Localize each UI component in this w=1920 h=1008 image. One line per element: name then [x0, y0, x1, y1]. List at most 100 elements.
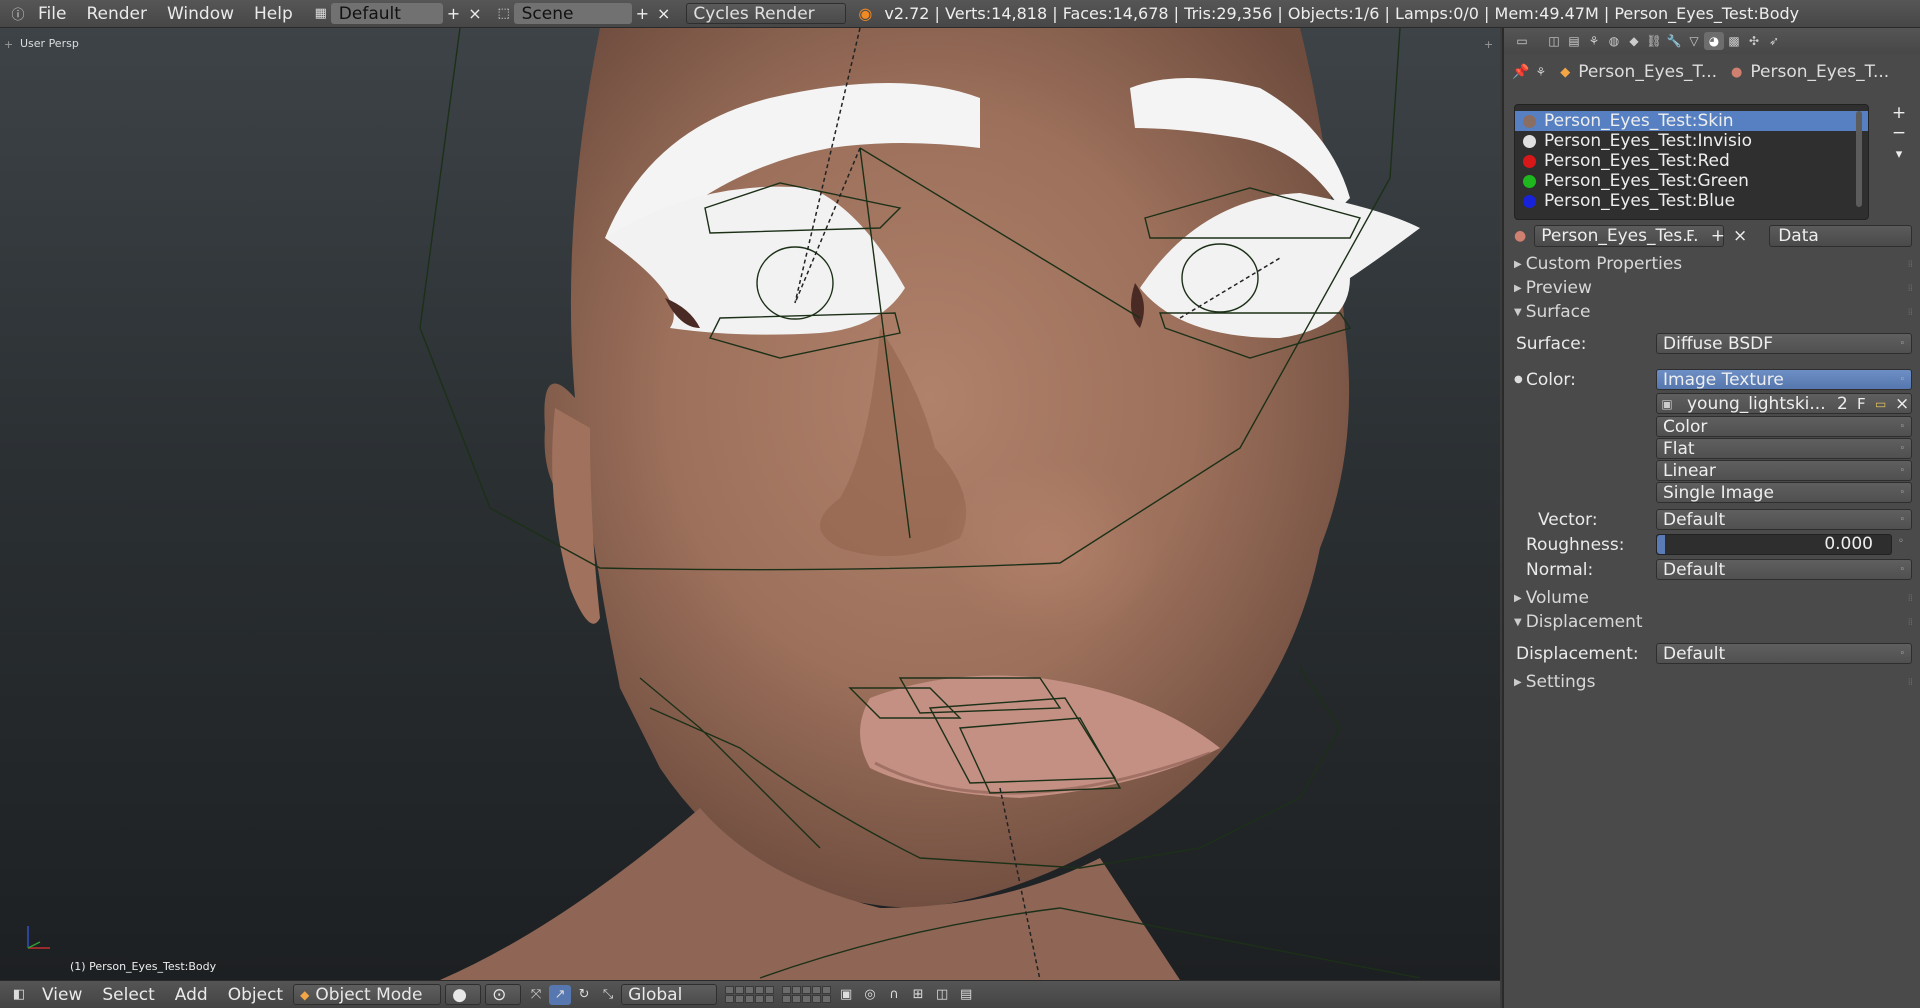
- render-animation-icon[interactable]: ▤: [955, 985, 977, 1005]
- normal-input-dropdown[interactable]: Default ◦: [1656, 559, 1912, 580]
- pin-icon[interactable]: 📌: [1512, 64, 1529, 80]
- drag-grip-icon[interactable]: ⁞⁞: [1908, 259, 1913, 270]
- drag-grip-icon[interactable]: ⁞⁞: [1908, 677, 1913, 688]
- menu-file[interactable]: File: [28, 4, 76, 24]
- section-settings[interactable]: ▶ Settings ⁞⁞: [1514, 672, 1913, 692]
- scene-tab-icon[interactable]: ⚘: [1584, 32, 1604, 50]
- layer-buttons[interactable]: [725, 986, 775, 1003]
- remove-screen-button[interactable]: ×: [464, 4, 485, 23]
- render-tab-icon[interactable]: ◫: [1544, 32, 1564, 50]
- context-material-label[interactable]: Person_Eyes_T...: [1750, 62, 1889, 82]
- render-engine-dropdown[interactable]: Cycles Render: [686, 3, 847, 24]
- context-object-label[interactable]: Person_Eyes_T...: [1578, 62, 1717, 82]
- transform-manipulator-icon[interactable]: ⤧: [525, 985, 547, 1005]
- drag-grip-icon[interactable]: ⁞⁞: [1908, 307, 1913, 318]
- material-slot-red[interactable]: Person_Eyes_Test:Red: [1515, 151, 1868, 171]
- interpolation-dropdown[interactable]: Linear ◦: [1656, 460, 1912, 481]
- snap-element-icon[interactable]: ⊞: [907, 985, 929, 1005]
- area-split-corner-top-left[interactable]: +: [4, 38, 14, 51]
- render-still-icon[interactable]: ◫: [931, 985, 953, 1005]
- remove-scene-button[interactable]: ×: [653, 4, 674, 23]
- color-input-dropdown[interactable]: Image Texture ◦: [1656, 369, 1912, 390]
- scene-icon[interactable]: ⬚: [494, 5, 514, 23]
- material-slot-invisio[interactable]: Person_Eyes_Test:Invisio: [1515, 131, 1868, 151]
- link-data-dropdown[interactable]: Data: [1769, 225, 1912, 247]
- pivot-point-dropdown[interactable]: ⊙: [485, 984, 522, 1005]
- transform-orientation-dropdown[interactable]: Global: [621, 984, 718, 1005]
- dropdown-arrow-icon: ◦: [1899, 421, 1905, 432]
- image-datablock-field[interactable]: ▣ young_lightski... 2 F ▭ ×: [1656, 393, 1912, 414]
- displacement-input-dropdown[interactable]: Default ◦: [1656, 643, 1912, 664]
- drag-grip-icon[interactable]: ⁞⁞: [1908, 283, 1913, 294]
- color-space-dropdown[interactable]: Color ◦: [1656, 416, 1912, 437]
- fake-user-button[interactable]: F: [1686, 227, 1695, 245]
- 3d-viewport[interactable]: User Persp (1) Person_Eyes_Test:Body + +: [0, 28, 1500, 980]
- menu-window[interactable]: Window: [157, 4, 244, 24]
- menu-view[interactable]: View: [32, 985, 92, 1005]
- section-preview[interactable]: ▶ Preview ⁞⁞: [1514, 278, 1913, 298]
- open-image-folder-icon[interactable]: ▭: [1875, 397, 1886, 411]
- render-layers-tab-icon[interactable]: ▤: [1564, 32, 1584, 50]
- new-material-button[interactable]: +: [1711, 226, 1725, 246]
- image-fake-user-button[interactable]: F: [1857, 395, 1866, 413]
- menu-render[interactable]: Render: [76, 4, 157, 24]
- drag-grip-icon[interactable]: ⁞⁞: [1908, 593, 1913, 604]
- unlink-image-button[interactable]: ×: [1895, 394, 1909, 414]
- material-slot-blue[interactable]: Person_Eyes_Test:Blue: [1515, 191, 1868, 211]
- screen-layout-icon[interactable]: ▦: [311, 5, 331, 23]
- layer-buttons-2[interactable]: [782, 986, 832, 1003]
- rotate-manipulator-icon[interactable]: ↻: [573, 985, 595, 1005]
- editor-type-icon[interactable]: ▭: [1512, 32, 1532, 50]
- image-browse-icon[interactable]: ▣: [1657, 397, 1677, 411]
- projection-dropdown[interactable]: Flat ◦: [1656, 438, 1912, 459]
- material-slot-green[interactable]: Person_Eyes_Test:Green: [1515, 171, 1868, 191]
- material-name-field[interactable]: Person_Eyes_Tes...: [1534, 225, 1725, 247]
- section-volume[interactable]: ▶ Volume ⁞⁞: [1514, 588, 1913, 608]
- drag-grip-icon[interactable]: ⁞⁞: [1908, 617, 1913, 628]
- material-specials-menu[interactable]: ▾: [1890, 146, 1908, 164]
- object-tab-icon[interactable]: ◆: [1624, 32, 1644, 50]
- proportional-editing-icon[interactable]: ◎: [859, 985, 881, 1005]
- scene-field[interactable]: Scene: [513, 3, 632, 24]
- material-tab-icon[interactable]: ◕: [1704, 32, 1724, 50]
- add-scene-button[interactable]: +: [632, 4, 653, 23]
- add-screen-button[interactable]: +: [443, 4, 464, 23]
- editor-type-icon[interactable]: ◧: [8, 985, 30, 1005]
- unlink-material-button[interactable]: ×: [1733, 226, 1747, 246]
- physics-tab-icon[interactable]: ➶: [1764, 32, 1784, 50]
- dropdown-arrow-icon: ◦: [1899, 648, 1905, 659]
- texture-tab-icon[interactable]: ▩: [1724, 32, 1744, 50]
- world-tab-icon[interactable]: ◍: [1604, 32, 1624, 50]
- data-tab-icon[interactable]: ▽: [1684, 32, 1704, 50]
- add-material-slot-button[interactable]: +: [1890, 104, 1908, 122]
- image-source-dropdown[interactable]: Single Image ◦: [1656, 482, 1912, 503]
- surface-shader-dropdown[interactable]: Diffuse BSDF ◦: [1656, 333, 1912, 354]
- section-surface[interactable]: ▼ Surface ⁞⁞: [1514, 302, 1913, 322]
- info-editor-icon[interactable]: ⓘ: [8, 5, 28, 23]
- vector-input-dropdown[interactable]: Default ◦: [1656, 509, 1912, 530]
- material-browse-icon[interactable]: ●: [1514, 228, 1526, 244]
- roughness-slider[interactable]: 0.000: [1656, 534, 1892, 555]
- constraints-tab-icon[interactable]: ⛓: [1644, 32, 1664, 50]
- menu-help[interactable]: Help: [244, 4, 303, 24]
- translate-manipulator-icon[interactable]: ↗: [549, 984, 572, 1005]
- section-custom-properties[interactable]: ▶ Custom Properties ⁞⁞: [1514, 254, 1913, 274]
- roughness-socket-icon[interactable]: ◦: [1898, 536, 1904, 547]
- slots-scrollbar[interactable]: [1856, 111, 1862, 207]
- menu-select[interactable]: Select: [92, 985, 164, 1005]
- socket-link-icon[interactable]: ●: [1514, 374, 1523, 385]
- snap-toggle-icon[interactable]: ∩: [883, 985, 905, 1005]
- menu-add[interactable]: Add: [165, 985, 218, 1005]
- material-slot-skin[interactable]: Person_Eyes_Test:Skin: [1515, 111, 1868, 131]
- mode-dropdown[interactable]: ◆ Object Mode: [293, 984, 442, 1005]
- modifiers-tab-icon[interactable]: 🔧: [1664, 32, 1684, 50]
- menu-object[interactable]: Object: [218, 985, 293, 1005]
- viewport-shading-dropdown[interactable]: ●: [445, 984, 482, 1005]
- scale-manipulator-icon[interactable]: ⤡: [597, 985, 619, 1005]
- remove-material-slot-button[interactable]: −: [1890, 124, 1908, 142]
- screen-layout-field[interactable]: Default: [330, 3, 443, 24]
- lock-camera-icon[interactable]: ▣: [835, 985, 857, 1005]
- section-displacement[interactable]: ▼ Displacement ⁞⁞: [1514, 612, 1913, 632]
- particles-tab-icon[interactable]: ✣: [1744, 32, 1764, 50]
- area-split-corner-top-right[interactable]: +: [1484, 38, 1494, 51]
